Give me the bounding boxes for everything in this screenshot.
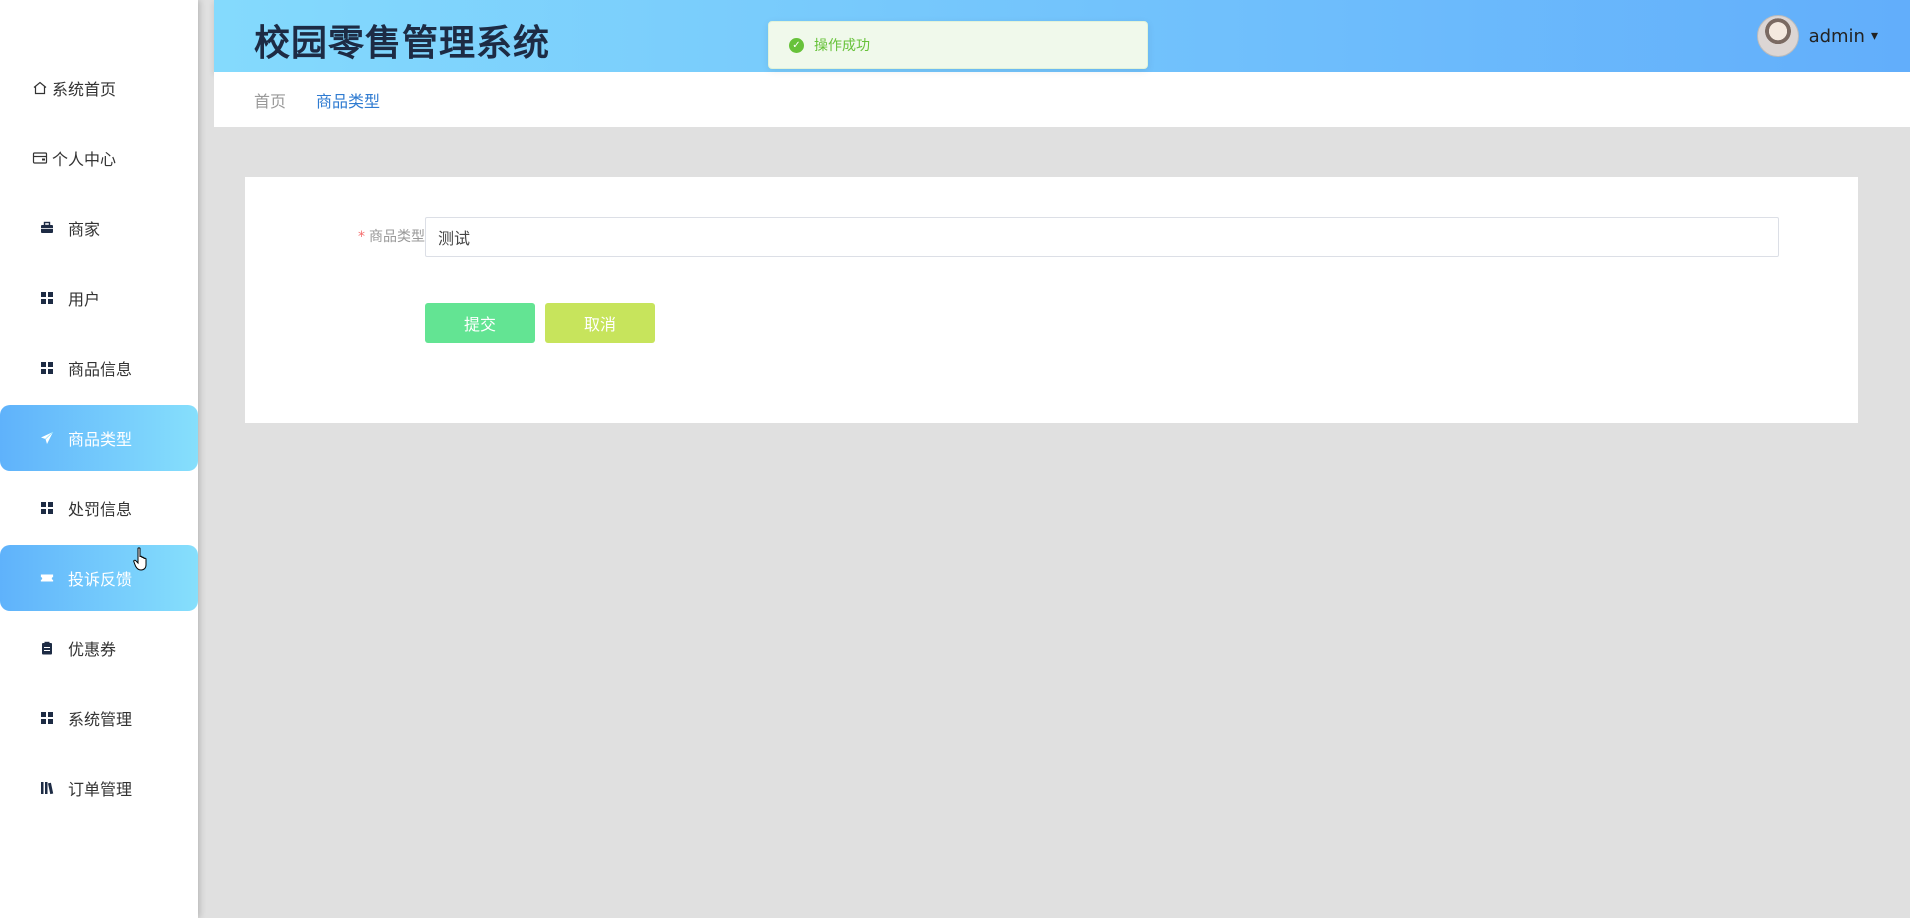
sidebar-item-label: 用户: [68, 290, 101, 309]
sidebar-item-users[interactable]: 用户: [0, 265, 198, 331]
grid-icon: [40, 361, 54, 375]
success-toast: ✓ 操作成功: [768, 21, 1148, 69]
ticket-icon: [40, 571, 54, 585]
sidebar-item-label: 系统首页: [52, 80, 117, 99]
app-title: 校园零售管理系统: [254, 23, 551, 64]
sidebar-item-system[interactable]: 系统管理: [0, 685, 198, 751]
product-type-input[interactable]: [425, 217, 1779, 257]
submit-button[interactable]: 提交: [425, 303, 535, 343]
library-icon: [40, 781, 54, 795]
sidebar: 系统首页 个人中心 商家 用户 商品信息 商品类型 处罚信息 投诉反馈 优惠券 …: [0, 0, 198, 918]
sidebar-menu: 系统首页 个人中心 商家 用户 商品信息 商品类型 处罚信息 投诉反馈 优惠券 …: [0, 55, 198, 825]
sidebar-item-complaint[interactable]: 投诉反馈: [0, 545, 198, 611]
wallet-icon: [32, 150, 48, 166]
breadcrumb-home[interactable]: 首页: [254, 88, 286, 112]
username[interactable]: admin: [1809, 26, 1865, 47]
breadcrumb: 首页 商品类型: [214, 72, 1910, 127]
sidebar-item-penalty[interactable]: 处罚信息: [0, 475, 198, 541]
home-icon: [32, 80, 48, 96]
chevron-down-icon[interactable]: ▾: [1871, 28, 1878, 44]
paper-plane-icon: [40, 431, 54, 445]
sidebar-item-label: 优惠券: [68, 640, 117, 659]
breadcrumb-current: 商品类型: [316, 91, 381, 111]
grid-icon: [40, 501, 54, 515]
sidebar-item-profile[interactable]: 个人中心: [0, 125, 198, 191]
sidebar-item-label: 处罚信息: [68, 500, 133, 519]
sidebar-item-home[interactable]: 系统首页: [0, 55, 198, 121]
toast-message: 操作成功: [814, 38, 870, 54]
sidebar-item-product-type[interactable]: 商品类型: [0, 405, 198, 471]
hand-cursor-icon: [133, 547, 151, 575]
grid-icon: [40, 291, 54, 305]
required-mark: *: [358, 229, 365, 245]
sidebar-item-label: 投诉反馈: [68, 570, 133, 589]
sidebar-item-label: 订单管理: [68, 780, 133, 799]
product-type-label-text: 商品类型: [369, 229, 425, 245]
form-card: *商品类型 提交 取消: [245, 177, 1858, 423]
form-row-product-type: * 商品类型: [245, 217, 1858, 257]
sidebar-item-product-info[interactable]: 商品信息: [0, 335, 198, 401]
product-type-label: * 商品类型: [345, 217, 425, 257]
sidebar-item-label: 商品类型: [68, 430, 133, 449]
clipboard-icon: [40, 641, 54, 655]
user-menu[interactable]: admin ▾: [1756, 14, 1878, 58]
check-circle-icon: ✓: [789, 37, 804, 53]
grid-icon: [40, 711, 54, 725]
sidebar-item-orders[interactable]: 订单管理: [0, 755, 198, 821]
sidebar-item-coupon[interactable]: 优惠券: [0, 615, 198, 681]
sidebar-item-label: 商家: [68, 220, 101, 239]
sidebar-item-merchant[interactable]: 商家: [0, 195, 198, 261]
cancel-button[interactable]: 取消: [545, 303, 655, 343]
sidebar-item-label: 商品信息: [68, 360, 133, 379]
avatar[interactable]: [1756, 15, 1799, 57]
briefcase-icon: [40, 221, 54, 235]
sidebar-item-label: 个人中心: [52, 150, 117, 169]
sidebar-item-label: 系统管理: [68, 710, 133, 729]
